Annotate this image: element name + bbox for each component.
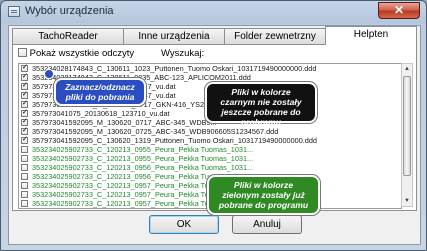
file-name: 353234025902733_C_120213_0956_Peura_Pekk… (32, 163, 254, 172)
file-list-item[interactable]: 353234028174843_C_130611_1023_Puttonen_T… (19, 64, 401, 73)
tab-helpten[interactable]: Helpten (325, 26, 417, 45)
tab-folder-zewnetrzny[interactable]: Folder zewnetrzny (224, 28, 326, 44)
file-checkbox[interactable] (21, 191, 28, 198)
file-checkbox[interactable] (21, 135, 28, 144)
file-name: 353234025902733_C_120213_0955_Peura_Pekk… (32, 154, 254, 163)
show-all-label: Pokaż wszystkie odczyty (29, 48, 135, 59)
file-checkbox[interactable] (21, 200, 28, 207)
file-checkbox[interactable] (21, 81, 28, 90)
scroll-down-arrow-icon[interactable]: ▼ (403, 196, 411, 206)
file-checkbox[interactable] (21, 126, 28, 135)
file-list-item[interactable]: 357973041592095_C_130620_1319_Puttonen_T… (19, 135, 401, 145)
file-checkbox[interactable] (21, 182, 28, 189)
search-label: Wyszukaj: (161, 48, 205, 59)
cancel-button[interactable]: Anuluj (232, 215, 302, 234)
callout-green-files: Pliki w kolorze zielonym zostały już pob… (207, 175, 320, 215)
file-list-item[interactable]: 353234025902733_C_120213_0955_Peura_Pekk… (19, 145, 401, 154)
file-checkbox[interactable] (21, 117, 28, 126)
scroll-thumb[interactable] (403, 76, 411, 176)
file-list-item[interactable]: 353234025902733_C_120213_0956_Peura_Pekk… (19, 163, 401, 172)
file-name: 357973041075_20130618_123710_vu.dat (32, 109, 170, 118)
window-icon (8, 6, 20, 17)
callout-select-files: Zaznacz/odznacz pliki do pobrania (54, 78, 146, 106)
file-name: 353234028174843_C_130611_1023_Puttonen_T… (32, 64, 317, 73)
file-checkbox[interactable] (21, 64, 28, 72)
file-checkbox[interactable] (21, 146, 28, 153)
file-name: 357973041592095_M_130620_0725_ABC-345_WD… (32, 127, 279, 136)
scroll-up-arrow-icon[interactable]: ▲ (403, 64, 411, 74)
file-list-item[interactable]: 357973041592095_M_130620_0725_ABC-345_WD… (19, 126, 401, 136)
tab-strip: TachoReader Mobile/Combo Inne urządzenia… (12, 26, 417, 58)
file-checkbox[interactable] (21, 173, 28, 180)
file-list-item[interactable]: 353234025902733_C_120213_0955_Peura_Pekk… (19, 154, 401, 163)
file-checkbox[interactable] (21, 90, 28, 99)
list-scrollbar[interactable]: ▲ ▼ (401, 63, 413, 207)
file-name: 357973041592095_M_130620_0717_ABC-345_WD… (32, 118, 217, 127)
file-checkbox[interactable] (21, 155, 28, 162)
tab-tachoreader[interactable]: TachoReader Mobile/Combo (12, 28, 124, 58)
show-all-checkbox[interactable] (18, 48, 27, 57)
file-checkbox[interactable] (21, 99, 28, 108)
callout-black-files: Pliki w kolorze czarnym nie zostały jesz… (205, 82, 317, 127)
file-name: 357973041592095_C_130620_1319_Puttonen_T… (32, 136, 317, 145)
close-button[interactable]: ✕ (378, 2, 420, 19)
file-checkbox[interactable] (21, 164, 28, 171)
file-checkbox[interactable] (21, 72, 28, 81)
window-title: Wybór urządzenia (25, 5, 114, 17)
title-bar[interactable]: Wybór urządzenia ✕ (1, 1, 426, 23)
callout-pointer-dot (44, 69, 54, 79)
file-checkbox[interactable] (21, 108, 28, 117)
file-name: 353234025902733_C_120213_0955_Peura_Pekk… (32, 145, 254, 154)
ok-button[interactable]: OK (149, 215, 219, 234)
tab-inne-urzadzenia[interactable]: Inne urządzenia (123, 28, 225, 44)
show-all-option[interactable]: Pokaż wszystkie odczyty (18, 48, 134, 59)
